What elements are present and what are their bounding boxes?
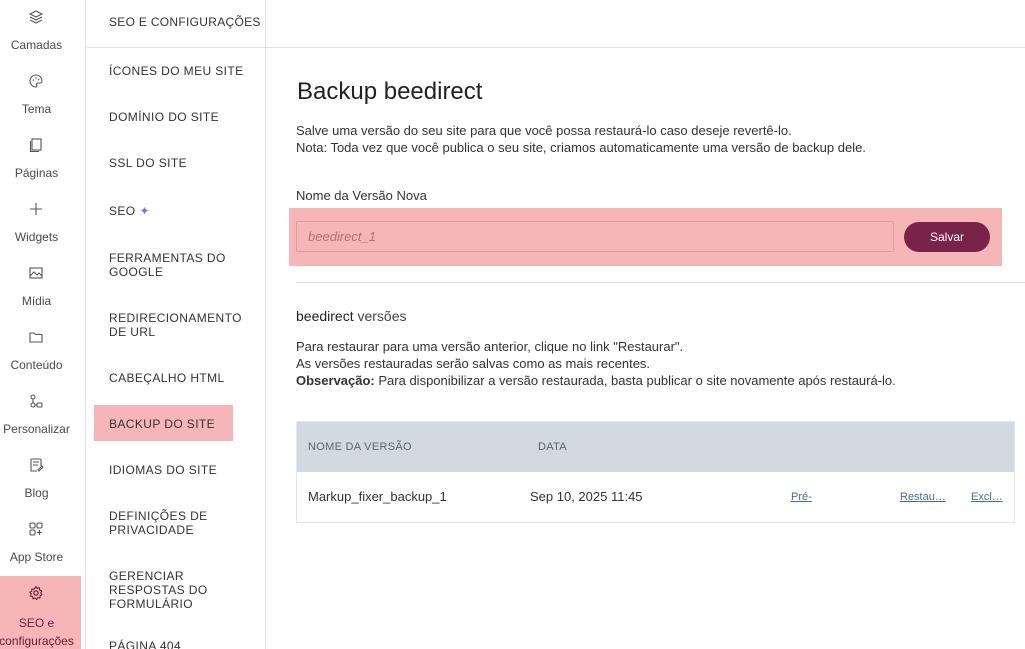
main-content: Backup beedirect Salve uma versão do seu… — [266, 48, 1025, 649]
column-header-version-name: NOME DA VERSÃO — [308, 441, 412, 453]
app-store-icon — [29, 522, 43, 536]
rail-item-app-store[interactable]: App Store — [0, 512, 81, 576]
nav-item-backup[interactable]: BACKUP DO SITE — [109, 417, 259, 431]
version-date-cell: Sep 10, 2025 11:45 — [530, 489, 643, 504]
save-button[interactable]: Salvar — [904, 222, 990, 252]
delete-link[interactable]: Excl… — [971, 491, 1003, 503]
nav-item-formulario[interactable]: GERENCIAR RESPOSTAS DO FORMULÁRIO — [109, 569, 219, 611]
blog-icon — [30, 458, 44, 472]
table-header: NOME DA VERSÃO DATA — [297, 422, 1014, 472]
left-icon-rail: Camadas Tema Páginas Widgets Mídia Conte… — [0, 0, 86, 649]
rail-item-paginas[interactable]: Páginas — [0, 128, 81, 192]
versions-table: NOME DA VERSÃO DATA Markup_fixer_backup_… — [296, 421, 1015, 523]
nav-item-redirecionamento[interactable]: REDIRECIONAMENTO DE URL — [109, 311, 249, 339]
versions-desc-line: As versões restauradas serão salvas como… — [296, 356, 651, 371]
rail-label: Mídia — [21, 294, 52, 308]
versions-title: beedirect versões — [296, 308, 407, 324]
column-header-date: DATA — [538, 441, 567, 453]
settings-nav: SEO E CONFIGURAÇÕES ÍCONES DO MEU SITE D… — [87, 0, 266, 649]
versions-desc-line: Para restaurar para uma versão anterior,… — [296, 339, 684, 354]
rail-label: Tema — [21, 102, 52, 116]
rail-label: Blog — [24, 486, 49, 500]
nav-item-ferramentas-google[interactable]: FERRAMENTAS DO GOOGLE — [109, 251, 239, 279]
rail-label: Conteúdo — [10, 358, 63, 372]
gear-icon — [29, 585, 43, 601]
nav-item-cabecalho-html[interactable]: CABEÇALHO HTML — [109, 371, 259, 385]
description-line: Salve uma versão do seu site para que vo… — [296, 123, 792, 138]
customize-icon — [30, 394, 43, 408]
rail-label: Páginas — [14, 166, 59, 180]
nav-item-idiomas[interactable]: IDIOMAS DO SITE — [109, 463, 259, 477]
versions-title-suffix: versões — [353, 308, 407, 324]
rail-item-personalizar[interactable]: Personalizar — [0, 384, 81, 448]
page-title: Backup beedirect — [297, 78, 483, 105]
page-description: Salve uma versão do seu site para que vo… — [296, 122, 896, 156]
rail-label: Widgets — [14, 230, 59, 244]
sparkle-icon: ✦ — [139, 204, 151, 218]
restore-link[interactable]: Restau… — [900, 491, 946, 503]
nav-item-pagina-404[interactable]: PÁGINA 404 — [109, 639, 259, 649]
palette-icon — [29, 74, 43, 88]
nav-item-privacidade[interactable]: DEFINIÇÕES DE PRIVACIDADE — [109, 509, 229, 537]
versions-description: Para restaurar para uma versão anterior,… — [296, 338, 896, 389]
versions-title-brand: beedirect — [296, 308, 354, 324]
nav-item-icones[interactable]: ÍCONES DO MEU SITE — [109, 64, 259, 78]
preview-link[interactable]: Pré- — [791, 491, 812, 503]
rail-label: SEO e configurações — [0, 616, 74, 648]
rail-item-camadas[interactable]: Camadas — [0, 0, 81, 64]
rail-label: App Store — [9, 550, 64, 564]
version-name-input[interactable] — [296, 221, 894, 252]
rail-item-blog[interactable]: Blog — [0, 448, 81, 512]
folder-icon — [29, 332, 43, 343]
rail-item-midia[interactable]: Mídia — [0, 256, 81, 320]
version-name-label: Nome da Versão Nova — [296, 188, 427, 203]
layers-icon — [28, 10, 44, 24]
versions-desc-note: Observação: Para disponibilizar a versão… — [296, 372, 896, 389]
pages-icon — [29, 138, 42, 153]
version-name-cell: Markup_fixer_backup_1 — [308, 489, 447, 504]
nav-item-dominio[interactable]: DOMÍNIO DO SITE — [109, 110, 259, 124]
rail-item-tema[interactable]: Tema — [0, 64, 81, 128]
rail-label: Camadas — [10, 38, 63, 52]
nav-header: SEO E CONFIGURAÇÕES — [109, 15, 261, 29]
table-row: Markup_fixer_backup_1 Sep 10, 2025 11:45… — [297, 472, 1014, 522]
nav-item-ssl[interactable]: SSL DO SITE — [109, 156, 259, 170]
nav-item-seo[interactable]: SEO ✦ — [109, 204, 259, 218]
section-divider — [296, 282, 1025, 283]
description-note: Nota: Toda vez que você publica o seu si… — [296, 140, 866, 155]
rail-item-widgets[interactable]: Widgets — [0, 192, 81, 256]
rail-item-conteudo[interactable]: Conteúdo — [0, 320, 81, 384]
plus-icon — [30, 203, 42, 215]
observation-text: Para disponibilizar a versão restaurada,… — [374, 373, 896, 388]
rail-label: Personalizar — [3, 422, 70, 436]
image-icon — [29, 267, 43, 279]
nav-item-seo-label: SEO — [109, 204, 136, 218]
observation-label: Observação: — [296, 373, 375, 388]
rail-item-seo-configuracoes[interactable]: SEO e configurações — [0, 576, 81, 649]
